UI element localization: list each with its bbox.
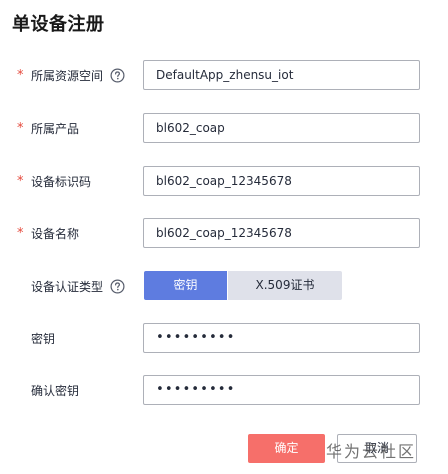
device-name-field[interactable]: bl602_coap_12345678 (143, 218, 420, 248)
device-name-label: 设备名称 (31, 227, 80, 241)
form-row-secret: 密钥 ••••••••• (0, 323, 448, 353)
device-id-field[interactable]: bl602_coap_12345678 (143, 166, 420, 196)
secret-field[interactable]: ••••••••• (143, 323, 420, 353)
form-row-device-id: * 设备标识码 bl602_coap_12345678 (0, 166, 448, 196)
page-title: 单设备注册 (12, 14, 105, 35)
required-mark: * (17, 121, 24, 136)
form-row-device-name: * 设备名称 bl602_coap_12345678 (0, 218, 448, 248)
confirm-secret-field[interactable]: ••••••••• (143, 375, 420, 405)
confirm-button[interactable]: 确定 (248, 434, 325, 463)
required-mark: * (17, 174, 24, 189)
confirm-secret-label: 确认密钥 (31, 384, 80, 398)
form-row-auth-type: 设备认证类型 密钥 X.509证书 (0, 271, 448, 301)
space-label: 所属资源空间 (31, 69, 104, 83)
question-circle-icon[interactable] (110, 68, 125, 83)
device-id-label: 设备标识码 (31, 175, 92, 189)
auth-option-x509[interactable]: X.509证书 (228, 271, 342, 300)
auth-type-label: 设备认证类型 (31, 280, 104, 294)
product-field[interactable]: bl602_coap (143, 113, 420, 143)
product-label: 所属产品 (31, 122, 80, 136)
form-row-space: * 所属资源空间 DefaultApp_zhensu_iot (0, 60, 448, 90)
question-circle-icon[interactable] (110, 279, 125, 294)
required-mark: * (17, 68, 24, 83)
form-row-product: * 所属产品 bl602_coap (0, 113, 448, 143)
secret-label: 密钥 (31, 332, 56, 346)
form-row-confirm-secret: 确认密钥 ••••••••• (0, 375, 448, 405)
space-field[interactable]: DefaultApp_zhensu_iot (143, 60, 420, 90)
watermark: 华为云社区 (326, 442, 417, 461)
required-mark: * (17, 226, 24, 241)
auth-option-secret[interactable]: 密钥 (144, 271, 227, 300)
